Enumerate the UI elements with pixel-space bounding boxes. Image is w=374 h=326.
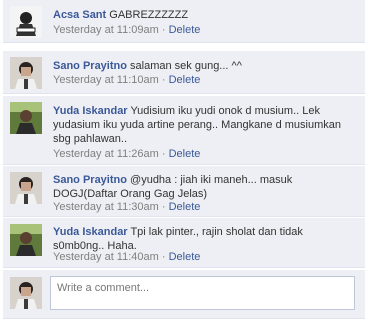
comment-meta: Yesterday at 11:30am · Delete: [53, 201, 200, 213]
avatar: [10, 277, 42, 309]
separator-dot: ·: [161, 251, 166, 263]
delete-link[interactable]: Delete: [169, 24, 201, 36]
comment-meta: Yesterday at 11:09am · Delete: [53, 24, 200, 36]
avatar[interactable]: [10, 224, 42, 256]
avatar[interactable]: [10, 6, 42, 38]
comment-meta: Yesterday at 11:40am · Delete: [53, 251, 200, 263]
avatar[interactable]: [10, 102, 42, 134]
comment-author[interactable]: Acsa Sant: [53, 9, 106, 21]
comment-input[interactable]: Write a comment...: [50, 276, 355, 310]
comment-item: Sano Prayitno @yudha : jiah iki maneh...…: [3, 166, 365, 217]
avatar[interactable]: [10, 172, 42, 204]
delete-link[interactable]: Delete: [169, 251, 201, 263]
comment-item: Yuda Iskandar Yudisium iku yudi onok d m…: [3, 96, 365, 165]
comment-body: Yuda Iskandar Yudisium iku yudi onok d m…: [53, 104, 357, 146]
separator-dot: ·: [161, 74, 166, 86]
comment-text: GABREZZZZZZ: [109, 9, 189, 21]
comment-meta: Yesterday at 11:26am · Delete: [53, 148, 200, 160]
comment-body: Yuda Iskandar Tpi lak pinter., rajin sho…: [53, 225, 357, 253]
comment-author[interactable]: Yuda Iskandar: [53, 226, 128, 238]
comments-panel: Acsa Sant GABREZZZZZZ Yesterday at 11:09…: [0, 0, 374, 326]
comment-item: Yuda Iskandar Tpi lak pinter., rajin sho…: [3, 218, 365, 268]
comment-body: Sano Prayitno @yudha : jiah iki maneh...…: [53, 173, 357, 201]
comment-item: Acsa Sant GABREZZZZZZ Yesterday at 11:09…: [3, 0, 365, 43]
comment-body: Acsa Sant GABREZZZZZZ: [53, 8, 357, 22]
separator-dot: ·: [161, 24, 166, 36]
delete-link[interactable]: Delete: [169, 74, 201, 86]
comment-timestamp[interactable]: Yesterday at 11:10am: [53, 74, 159, 86]
separator-dot: ·: [161, 148, 166, 160]
comment-timestamp[interactable]: Yesterday at 11:30am: [53, 201, 159, 213]
separator-dot: ·: [161, 201, 166, 213]
comment-timestamp[interactable]: Yesterday at 11:09am: [53, 24, 159, 36]
avatar[interactable]: [10, 57, 42, 89]
comment-author[interactable]: Sano Prayitno: [53, 174, 127, 186]
comment-meta: Yesterday at 11:10am · Delete: [53, 74, 200, 86]
comment-timestamp[interactable]: Yesterday at 11:40am: [53, 251, 159, 263]
comment-author[interactable]: Yuda Iskandar: [53, 105, 128, 117]
delete-link[interactable]: Delete: [169, 201, 201, 213]
comment-text: salaman sek gung... ^^: [130, 60, 242, 72]
comment-item: Sano Prayitno salaman sek gung... ^^ Yes…: [3, 51, 365, 94]
comment-author[interactable]: Sano Prayitno: [53, 60, 127, 72]
comment-timestamp[interactable]: Yesterday at 11:26am: [53, 148, 159, 160]
delete-link[interactable]: Delete: [169, 148, 201, 160]
comment-body: Sano Prayitno salaman sek gung... ^^: [53, 59, 357, 73]
